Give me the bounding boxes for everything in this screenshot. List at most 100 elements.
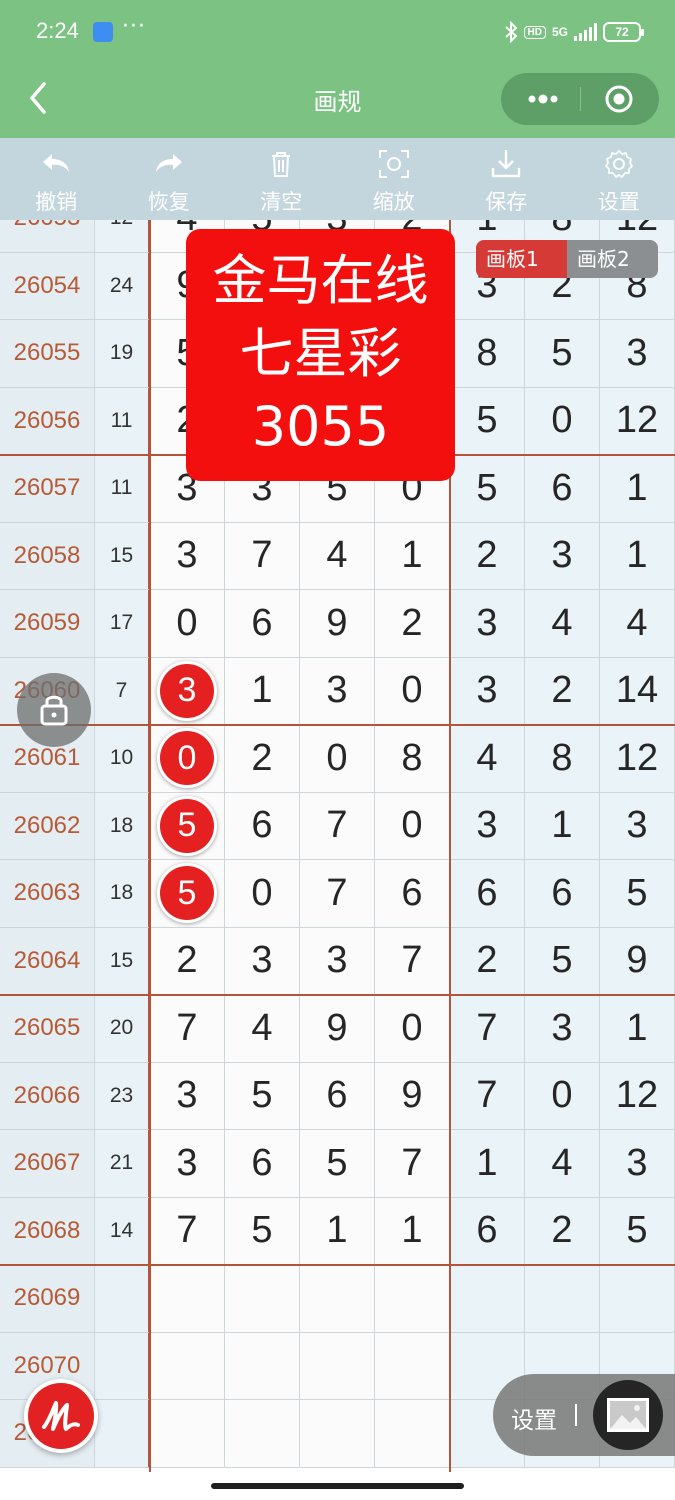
floating-settings-button[interactable]: 设置 [511, 1401, 557, 1435]
digit-cell[interactable]: 7 [375, 927, 450, 995]
extra-cell[interactable]: 0 [525, 1062, 600, 1130]
digit-cell[interactable]: 5 [150, 792, 225, 860]
digit-cell[interactable]: 3 [150, 522, 225, 590]
home-indicator[interactable] [211, 1483, 464, 1489]
sum-cell[interactable] [95, 1265, 150, 1333]
extra-cell[interactable]: 1 [600, 995, 675, 1063]
extra-cell[interactable]: 4 [450, 725, 525, 793]
digit-cell[interactable]: 1 [375, 522, 450, 590]
extra-cell[interactable]: 4 [600, 590, 675, 658]
issue-cell[interactable]: 26065 [0, 995, 95, 1063]
digit-cell[interactable]: 3 [300, 657, 375, 725]
issue-cell[interactable]: 26066 [0, 1062, 95, 1130]
digit-cell[interactable]: 6 [225, 792, 300, 860]
digit-cell[interactable]: 7 [150, 995, 225, 1063]
digit-cell[interactable]: 9 [300, 995, 375, 1063]
extra-cell[interactable]: 3 [600, 792, 675, 860]
extra-cell[interactable]: 2 [450, 522, 525, 590]
digit-cell[interactable]: 1 [375, 1197, 450, 1265]
brand-logo-button[interactable] [28, 1383, 94, 1449]
extra-cell[interactable]: 2 [525, 1197, 600, 1265]
close-miniprogram-button[interactable] [604, 84, 634, 114]
digit-cell[interactable]: 0 [225, 860, 300, 928]
digit-cell[interactable] [150, 1265, 225, 1333]
extra-cell[interactable]: 3 [600, 1130, 675, 1198]
undo-button[interactable]: 撤销 [0, 138, 113, 220]
extra-cell[interactable]: 0 [525, 387, 600, 455]
sum-cell[interactable]: 18 [95, 792, 150, 860]
extra-cell[interactable]: 14 [600, 657, 675, 725]
sum-cell[interactable]: 17 [95, 590, 150, 658]
sum-cell[interactable]: 21 [95, 1130, 150, 1198]
extra-cell[interactable]: 3 [525, 995, 600, 1063]
sum-cell[interactable]: 7 [95, 657, 150, 725]
digit-cell[interactable]: 5 [225, 1197, 300, 1265]
digit-cell[interactable]: 0 [375, 657, 450, 725]
extra-cell[interactable]: 5 [600, 1197, 675, 1265]
digit-cell[interactable] [375, 1265, 450, 1333]
issue-cell[interactable]: 26058 [0, 522, 95, 590]
digit-cell[interactable]: 7 [300, 860, 375, 928]
digit-cell[interactable]: 1 [300, 1197, 375, 1265]
sum-cell[interactable]: 19 [95, 320, 150, 388]
extra-cell[interactable]: 4 [525, 590, 600, 658]
digit-cell[interactable]: 0 [300, 725, 375, 793]
digit-cell[interactable]: 0 [150, 590, 225, 658]
issue-cell[interactable]: 26068 [0, 1197, 95, 1265]
issue-cell[interactable]: 26059 [0, 590, 95, 658]
digit-cell[interactable]: 0 [150, 725, 225, 793]
digit-cell[interactable]: 7 [375, 1130, 450, 1198]
board-2-tab[interactable]: 画板2 [567, 240, 658, 278]
clear-button[interactable]: 清空 [225, 138, 338, 220]
digit-cell[interactable]: 4 [225, 995, 300, 1063]
extra-cell[interactable]: 12 [600, 725, 675, 793]
digit-cell[interactable]: 3 [150, 1062, 225, 1130]
digit-cell[interactable]: 6 [375, 860, 450, 928]
image-button[interactable] [593, 1380, 663, 1450]
sum-cell[interactable]: 11 [95, 387, 150, 455]
digit-cell[interactable] [375, 1400, 450, 1468]
lock-button[interactable] [17, 673, 91, 747]
digit-cell[interactable]: 4 [300, 522, 375, 590]
digit-cell[interactable]: 6 [300, 1062, 375, 1130]
digit-cell[interactable] [300, 1400, 375, 1468]
extra-cell[interactable]: 6 [450, 860, 525, 928]
extra-cell[interactable]: 5 [600, 860, 675, 928]
extra-cell[interactable]: 4 [525, 1130, 600, 1198]
extra-cell[interactable]: 3 [450, 792, 525, 860]
extra-cell[interactable] [600, 1265, 675, 1333]
digit-cell[interactable] [225, 1332, 300, 1400]
sum-cell[interactable] [95, 1400, 150, 1468]
digit-cell[interactable] [300, 1332, 375, 1400]
sum-cell[interactable]: 12 [95, 220, 150, 253]
issue-cell[interactable]: 26062 [0, 792, 95, 860]
board-1-tab[interactable]: 画板1 [476, 240, 567, 278]
extra-cell[interactable]: 8 [525, 725, 600, 793]
extra-cell[interactable]: 1 [450, 1130, 525, 1198]
save-button[interactable]: 保存 [450, 138, 563, 220]
digit-cell[interactable] [300, 1265, 375, 1333]
extra-cell[interactable]: 7 [450, 1062, 525, 1130]
issue-cell[interactable]: 26053 [0, 220, 95, 253]
digit-cell[interactable]: 7 [150, 1197, 225, 1265]
extra-cell[interactable]: 12 [600, 387, 675, 455]
sum-cell[interactable]: 23 [95, 1062, 150, 1130]
extra-cell[interactable]: 6 [525, 455, 600, 523]
digit-cell[interactable]: 5 [150, 860, 225, 928]
extra-cell[interactable]: 8 [450, 320, 525, 388]
sum-cell[interactable]: 24 [95, 252, 150, 320]
settings-button[interactable]: 设置 [563, 138, 675, 220]
digit-cell[interactable]: 7 [300, 792, 375, 860]
zoom-button[interactable]: 缩放 [338, 138, 451, 220]
extra-cell[interactable]: 6 [450, 1197, 525, 1265]
extra-cell[interactable]: 5 [450, 387, 525, 455]
extra-cell[interactable]: 3 [450, 590, 525, 658]
digit-cell[interactable]: 3 [225, 927, 300, 995]
sum-cell[interactable] [95, 1332, 150, 1400]
extra-cell[interactable]: 5 [525, 320, 600, 388]
digit-cell[interactable]: 3 [300, 927, 375, 995]
digit-cell[interactable]: 2 [150, 927, 225, 995]
extra-cell[interactable]: 5 [450, 455, 525, 523]
sum-cell[interactable]: 10 [95, 725, 150, 793]
digit-cell[interactable] [225, 1400, 300, 1468]
